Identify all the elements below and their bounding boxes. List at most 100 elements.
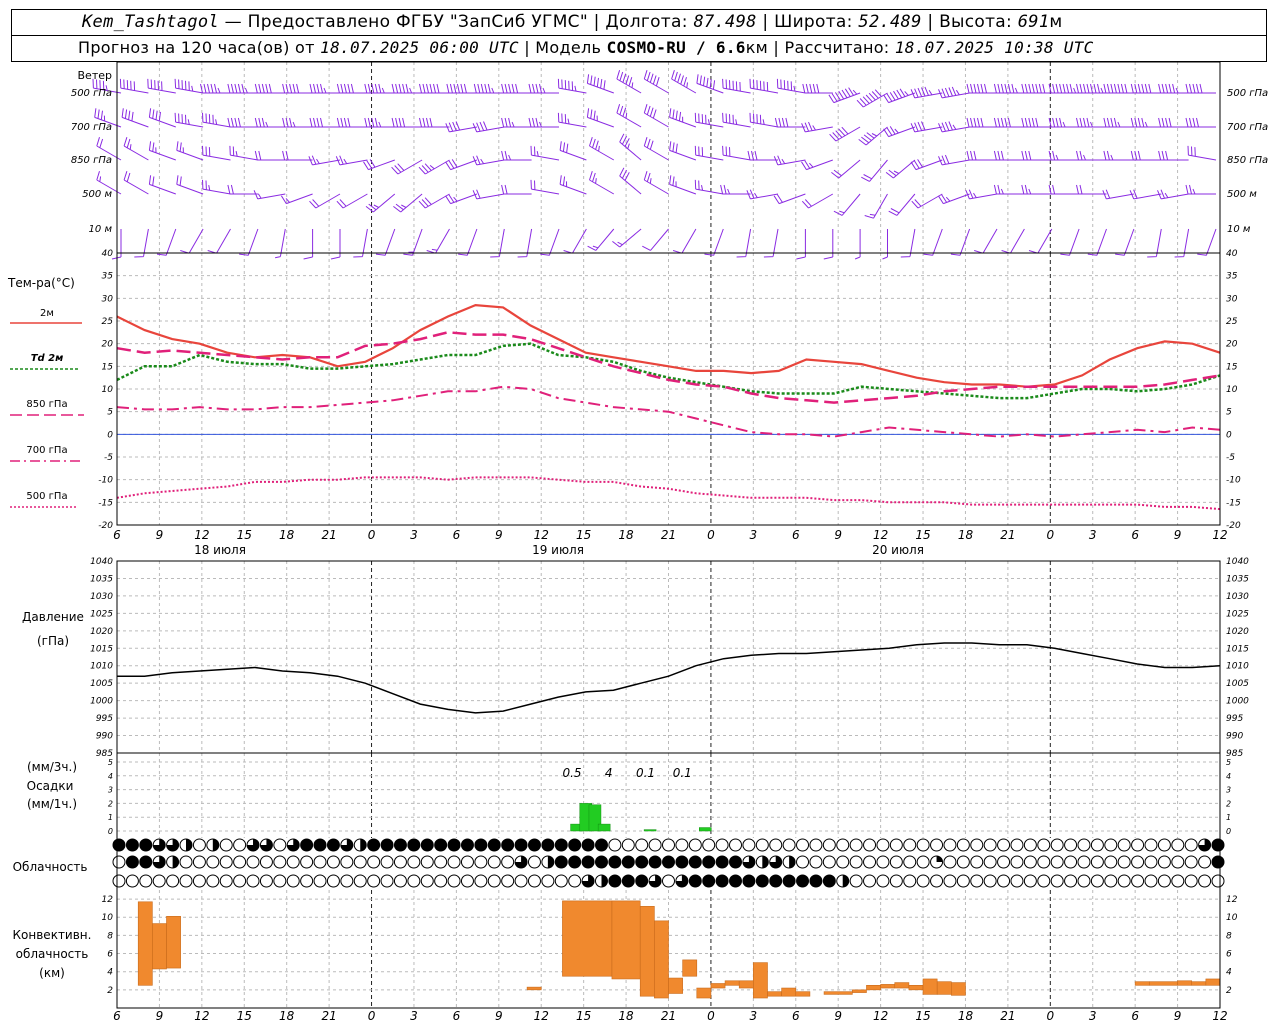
cloud-symbol-clear xyxy=(206,855,220,869)
wind-barb xyxy=(672,228,697,254)
cloud-symbol-clear xyxy=(1211,874,1225,888)
wind-barb xyxy=(375,228,396,256)
cloud-symbol-clear xyxy=(796,838,810,852)
hour-tick-label: 0 xyxy=(707,528,715,542)
temp-ytick-right: 25 xyxy=(1226,317,1238,327)
conv-label-1: Конвективн. xyxy=(13,928,92,942)
conv-bar xyxy=(1148,981,1178,986)
cloud-symbol-overcast xyxy=(822,874,836,888)
cloud-symbol-clear xyxy=(903,874,917,888)
wind-barb xyxy=(722,78,751,94)
cloud-symbol-clear xyxy=(930,874,944,888)
wind-barb xyxy=(669,108,697,128)
conv-ytick-right: 4 xyxy=(1226,968,1232,978)
cloud-symbol-overcast xyxy=(594,855,608,869)
cloud-symbol-clear xyxy=(340,855,354,869)
wind-barb xyxy=(418,193,450,209)
wind-barb xyxy=(472,155,505,166)
cloud-symbol-clear xyxy=(527,855,541,869)
hour-tick-label: 18 xyxy=(958,528,974,542)
cloud-symbol-clear xyxy=(876,855,890,869)
cloud-symbol-clear xyxy=(1131,838,1145,852)
cloud-symbol-clear xyxy=(1117,838,1131,852)
forecast-label: Прогноз на 120 часа(ов) от xyxy=(78,38,315,57)
hour-tick-label: 21 xyxy=(321,1009,336,1023)
temp-legend: 2м Td 2м 850 гПа 700 гПа 500 гПа xyxy=(10,308,84,508)
wind-panel xyxy=(92,70,1217,260)
precip-ytick-right: 2 xyxy=(1226,799,1231,808)
hour-tick-label: 6 xyxy=(792,528,800,542)
wind-barb xyxy=(619,133,642,161)
cloud-fill xyxy=(172,856,179,868)
forecast-time: 18.07.2025 06:00 UTC xyxy=(320,38,519,57)
wind-barb xyxy=(147,78,176,94)
wind-barb xyxy=(643,104,669,128)
cloud-symbol-clear xyxy=(420,855,434,869)
cloud-symbol-overcast xyxy=(635,855,649,869)
wind-level-label-right: 700 гПа xyxy=(1227,122,1268,133)
pressure-unit-label: (гПа) xyxy=(37,634,69,648)
cloud-symbol-clear xyxy=(501,855,515,869)
cloud-symbol-overcast xyxy=(300,838,314,852)
temp-ytick-right: 30 xyxy=(1226,294,1238,304)
precip-ytick-left: 0 xyxy=(108,827,113,836)
hour-tick-label: 21 xyxy=(321,528,336,542)
cloud-symbol-clear xyxy=(233,874,247,888)
cloud-symbol-clear xyxy=(1184,874,1198,888)
wind-barb xyxy=(557,78,587,94)
cloud-symbol-overcast xyxy=(568,855,582,869)
precip-unit3-label: (мм/3ч.) xyxy=(27,760,77,774)
wind-barb xyxy=(831,159,861,179)
cloud-symbol-clear xyxy=(916,855,930,869)
wind-barb xyxy=(501,150,532,161)
temp-label: Тем-ра(°С) xyxy=(7,276,75,290)
cloud-symbol-overcast xyxy=(487,838,501,852)
wind-barb xyxy=(586,108,614,128)
day-label-3: 20 июля xyxy=(872,543,924,557)
wind-barb xyxy=(501,117,532,128)
wind-barb xyxy=(910,159,943,171)
wind-level-label-left: 850 гПа xyxy=(71,155,112,166)
wind-barb xyxy=(694,179,724,195)
cloud-symbol-clear xyxy=(1064,838,1078,852)
conv-bar xyxy=(936,981,952,995)
wind-barb xyxy=(619,167,642,195)
wind-barb xyxy=(364,117,395,128)
temp-ytick-right: -20 xyxy=(1226,521,1241,531)
wind-barb xyxy=(801,159,833,171)
cloud-symbol-clear xyxy=(1157,874,1171,888)
wind-barb xyxy=(559,141,587,161)
hour-tick-label: 0 xyxy=(368,528,376,542)
cloud-symbol-clear xyxy=(943,838,957,852)
cloud-symbol-clear xyxy=(1144,838,1158,852)
cloud-symbol-clear xyxy=(1050,874,1064,888)
cloud-symbol-overcast xyxy=(514,838,528,852)
cloud-symbol-clear xyxy=(474,874,488,888)
wind-barb xyxy=(202,179,231,195)
cloud-symbol-clear xyxy=(300,855,314,869)
wind-barb xyxy=(993,117,1025,128)
conv-bar xyxy=(137,901,153,986)
day-label-1: 18 июля xyxy=(194,543,246,557)
wind-barb xyxy=(472,121,505,133)
cloud-symbol-clear xyxy=(662,874,675,888)
conv-bar xyxy=(795,991,811,997)
hour-tick-label: 12 xyxy=(194,528,209,542)
cloud-symbol-overcast xyxy=(407,838,421,852)
hour-tick-label: 15 xyxy=(576,528,591,542)
cloud-symbol-overcast xyxy=(796,874,810,888)
hour-tick-label: 18 xyxy=(618,528,634,542)
hour-tick-label: 0 xyxy=(707,1009,715,1023)
cloud-symbol-clear xyxy=(1104,838,1118,852)
wind-barb xyxy=(254,83,286,94)
cloud-symbol-clear xyxy=(460,874,474,888)
cloud-symbol-clear xyxy=(662,838,675,852)
cloud-symbol-clear xyxy=(353,855,367,869)
wind-barb xyxy=(445,193,478,205)
model-label: Модель xyxy=(535,38,602,57)
wind-barb xyxy=(1021,117,1052,128)
cloud-symbol-clear xyxy=(527,874,541,888)
wind-barb xyxy=(254,117,286,128)
temp-ytick-right: 20 xyxy=(1226,340,1238,350)
cloud-symbol-clear xyxy=(755,838,769,852)
